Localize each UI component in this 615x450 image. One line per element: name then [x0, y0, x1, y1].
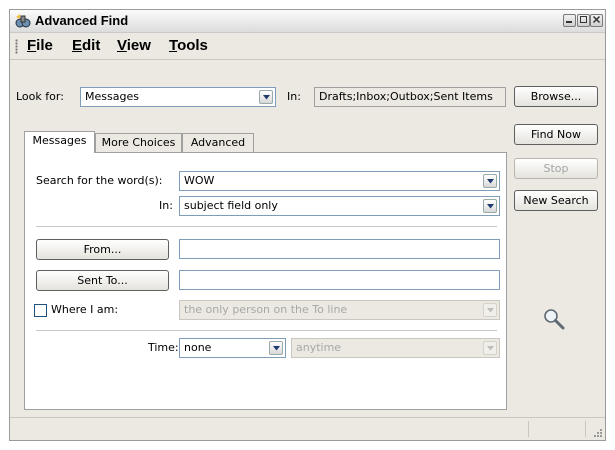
- advanced-find-window: Advanced Find File Edit View Tools Look …: [9, 9, 606, 441]
- stop-button[interactable]: Stop: [514, 158, 598, 179]
- separator: [36, 330, 497, 331]
- status-divider: [528, 421, 529, 437]
- tab-more-choices[interactable]: More Choices: [95, 133, 182, 153]
- chevron-down-icon: [487, 346, 494, 351]
- search-words-combo[interactable]: WOW: [179, 171, 500, 191]
- time-value: none: [184, 341, 212, 354]
- look-for-dropdown-button[interactable]: [259, 90, 273, 104]
- sent-to-input[interactable]: [179, 270, 500, 290]
- in-field-label: In:: [159, 199, 173, 212]
- look-for-value: Messages: [85, 90, 139, 103]
- menu-view[interactable]: View: [117, 37, 151, 55]
- menu-bar: File Edit View Tools: [10, 33, 605, 60]
- status-divider: [585, 421, 586, 437]
- find-now-button[interactable]: Find Now: [514, 124, 598, 145]
- in-folders-value: Drafts;Inbox;Outbox;Sent Items: [319, 90, 493, 103]
- in-field-dropdown-button[interactable]: [483, 199, 497, 213]
- sent-to-button[interactable]: Sent To...: [36, 270, 169, 291]
- chevron-down-icon: [273, 346, 280, 351]
- tab-messages[interactable]: Messages: [24, 131, 95, 153]
- minimize-button[interactable]: [563, 14, 576, 27]
- time-dropdown-button[interactable]: [269, 341, 283, 355]
- time-range-value: anytime: [296, 341, 342, 354]
- in-field-select[interactable]: subject field only: [179, 196, 500, 216]
- menu-grip-handle[interactable]: [15, 39, 18, 54]
- tab-advanced[interactable]: Advanced: [182, 133, 254, 153]
- in-folders-display: Drafts;Inbox;Outbox;Sent Items: [314, 87, 506, 107]
- close-button[interactable]: [590, 14, 603, 27]
- messages-tab-panel: Search for the word(s): WOW In: subject …: [24, 152, 507, 410]
- look-for-label: Look for:: [16, 90, 64, 103]
- menu-tools[interactable]: Tools: [169, 37, 208, 55]
- chevron-down-icon: [263, 95, 270, 100]
- where-i-am-value: the only person on the To line: [184, 303, 348, 316]
- search-words-dropdown-button[interactable]: [483, 174, 497, 188]
- from-input[interactable]: [179, 239, 500, 259]
- look-for-select[interactable]: Messages: [80, 87, 276, 107]
- search-words-label: Search for the word(s):: [36, 174, 163, 187]
- where-i-am-dropdown-button[interactable]: [483, 303, 497, 317]
- separator: [36, 226, 497, 227]
- chevron-down-icon: [487, 204, 494, 209]
- magnifier-icon: [544, 309, 565, 330]
- in-field-value: subject field only: [184, 199, 278, 212]
- resize-grip-icon[interactable]: [592, 427, 603, 438]
- maximize-icon: [580, 16, 587, 23]
- menu-edit[interactable]: Edit: [72, 37, 100, 55]
- window-title: Advanced Find: [35, 13, 129, 28]
- where-i-am-select[interactable]: the only person on the To line: [179, 300, 500, 320]
- time-range-dropdown-button[interactable]: [483, 341, 497, 355]
- from-button[interactable]: From...: [36, 239, 169, 260]
- browse-button[interactable]: Browse...: [514, 86, 598, 107]
- where-i-am-label: Where I am:: [51, 303, 119, 316]
- chevron-down-icon: [487, 308, 494, 313]
- menu-file[interactable]: File: [27, 37, 53, 55]
- find-binoculars-icon: [15, 14, 31, 28]
- time-select[interactable]: none: [179, 338, 286, 358]
- chevron-down-icon: [487, 179, 494, 184]
- time-range-select[interactable]: anytime: [291, 338, 500, 358]
- in-folders-label: In:: [287, 90, 301, 103]
- search-words-value: WOW: [184, 174, 215, 187]
- close-icon: [592, 15, 601, 24]
- time-label: Time:: [148, 341, 179, 354]
- new-search-button[interactable]: New Search: [514, 190, 598, 211]
- maximize-button[interactable]: [577, 14, 590, 27]
- status-bar: [10, 417, 605, 440]
- where-i-am-checkbox[interactable]: [34, 304, 47, 317]
- title-bar[interactable]: Advanced Find: [10, 10, 605, 33]
- minimize-icon: [566, 21, 572, 23]
